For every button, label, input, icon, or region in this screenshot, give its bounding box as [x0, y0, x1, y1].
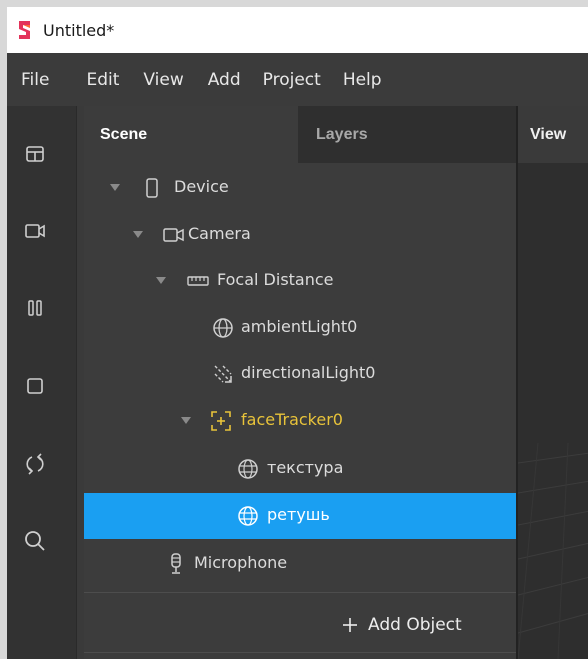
scene-panel: Scene Layers Device Camera Focal Distanc… [84, 106, 516, 659]
expand-arrow-icon[interactable] [133, 231, 143, 238]
camera-icon [163, 228, 184, 242]
left-toolbar [7, 106, 77, 659]
tree-item-ambient-light[interactable]: ambientLight0 [84, 305, 516, 351]
tree-item-retouch[interactable]: ретушь [84, 493, 516, 539]
ruler-icon [187, 276, 209, 286]
tree-item-label: ambientLight0 [241, 317, 358, 336]
tree-item-directional-light[interactable]: directionalLight0 [84, 351, 516, 397]
panel-divider [84, 592, 516, 593]
camera-tool-button[interactable] [20, 216, 50, 246]
viewport-grid [518, 163, 588, 659]
layout-tool-button[interactable] [20, 139, 50, 169]
face-tracker-icon [211, 411, 231, 431]
expand-arrow-icon[interactable] [181, 417, 191, 424]
directional-light-icon [214, 365, 232, 383]
title-bar: Untitled* [7, 7, 588, 53]
square-icon [27, 378, 43, 394]
tree-item-label: Focal Distance [217, 270, 334, 289]
pause-tool-button[interactable] [20, 293, 50, 323]
microphone-icon [171, 553, 181, 574]
add-object-label: Add Object [368, 615, 462, 635]
expand-arrow-icon[interactable] [110, 184, 120, 191]
tree-item-focal-distance[interactable]: Focal Distance [84, 258, 516, 304]
mesh-sphere-icon [238, 506, 258, 526]
tree-item-label: Microphone [194, 553, 288, 572]
menu-project[interactable]: Project [263, 70, 321, 90]
pause-icon [28, 300, 42, 316]
tab-scene[interactable]: Scene [84, 106, 298, 163]
menu-edit[interactable]: Edit [86, 70, 119, 90]
tree-item-label: ретушь [267, 505, 330, 524]
tree-item-label: faceTracker0 [241, 410, 343, 429]
menu-view[interactable]: View [143, 70, 183, 90]
menu-help[interactable]: Help [343, 70, 382, 90]
tree-item-camera[interactable]: Camera [84, 212, 516, 258]
search-tool-button[interactable] [20, 526, 50, 556]
add-object-button[interactable]: Add Object [342, 605, 462, 645]
tree-item-face-tracker[interactable]: faceTracker0 [84, 398, 516, 444]
spark-logo-icon [19, 21, 30, 39]
panel-tabs: Scene Layers [84, 106, 516, 163]
tree-item-label: Device [174, 177, 229, 196]
expand-arrow-icon[interactable] [156, 277, 166, 284]
refresh-tool-button[interactable] [20, 449, 50, 479]
tree-item-device[interactable]: Device [84, 165, 516, 211]
menu-add[interactable]: Add [208, 70, 241, 90]
tree-item-label: текстура [267, 458, 344, 477]
rectangle-tool-button[interactable] [20, 371, 50, 401]
globe-icon [213, 318, 233, 338]
plus-icon [343, 618, 357, 632]
tree-item-label: Camera [188, 224, 251, 243]
camera-icon [25, 224, 45, 238]
tree-item-texture[interactable]: текстура [84, 446, 516, 492]
window-title: Untitled* [43, 20, 115, 40]
panel-divider [84, 652, 516, 653]
tree-item-microphone[interactable]: Microphone [84, 541, 516, 587]
menu-file[interactable]: File [21, 70, 49, 90]
layout-icon [26, 146, 44, 162]
tab-layers[interactable]: Layers [298, 106, 516, 163]
mesh-sphere-icon [238, 459, 258, 479]
viewport-panel[interactable]: View [516, 106, 588, 659]
search-icon [25, 531, 45, 551]
sync-icon [26, 453, 44, 475]
device-icon [146, 178, 158, 198]
app-window: Untitled* File Edit View Add Project Hel… [7, 7, 588, 659]
tab-viewport[interactable]: View [518, 106, 588, 163]
menu-bar: File Edit View Add Project Help [7, 53, 588, 106]
tree-item-label: directionalLight0 [241, 363, 376, 382]
